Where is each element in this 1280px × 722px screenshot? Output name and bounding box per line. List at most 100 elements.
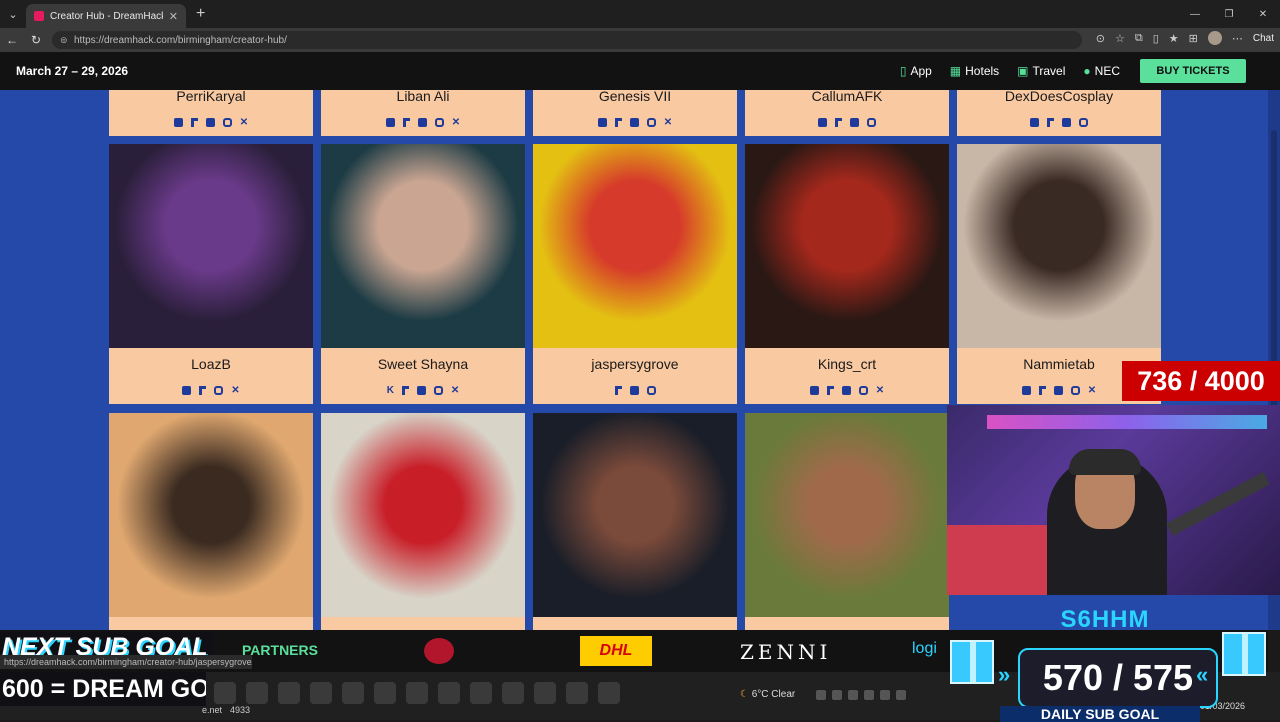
more-menu-icon[interactable]: ⋯ [1232,32,1243,45]
collections-icon[interactable]: ⊞ [1189,32,1198,45]
x-icon[interactable]: ✕ [240,118,248,128]
copilot-chat-button[interactable]: Chat [1253,33,1274,44]
favorite-star-icon[interactable]: ☆ [1115,32,1125,45]
tiktok-icon[interactable] [401,386,409,395]
creator-photo[interactable] [957,144,1161,348]
tiktok-icon[interactable] [835,118,842,127]
tray-icon-5[interactable] [880,690,890,700]
xbox-icon[interactable] [406,682,428,704]
browser-tab[interactable]: Creator Hub - DreamHack Birmingham ✕ [26,4,186,28]
tiktok-icon[interactable] [199,386,207,395]
tray-icon-4[interactable] [864,690,874,700]
capture-icon[interactable] [502,682,524,704]
creator-card[interactable] [321,413,525,630]
tiktok-icon[interactable] [826,386,834,395]
creator-card[interactable]: DexDoesCosplay [957,90,1161,136]
instagram-icon[interactable] [646,386,656,395]
creator-card[interactable]: Liban Ali ✕ [321,90,525,136]
nav-travel[interactable]: ▣ Travel [1017,64,1065,78]
window-close-icon[interactable]: ✕ [1246,0,1280,28]
whatsapp-tray-icon[interactable] [816,690,826,700]
new-tab-plus-icon[interactable]: + [196,5,205,23]
tab-close-icon[interactable]: ✕ [169,10,178,23]
edge-icon[interactable] [310,682,332,704]
creator-photo[interactable] [321,144,525,348]
creator-photo[interactable] [109,413,313,617]
creator-photo[interactable] [745,144,949,348]
logitech-logo[interactable]: logi [912,640,937,658]
redbull-logo[interactable] [424,638,454,664]
minimize-icon[interactable]: — [1178,0,1212,28]
youtube-icon[interactable] [1062,118,1071,127]
youtube-icon[interactable] [416,386,426,395]
youtube-icon[interactable] [417,118,427,127]
youtube-icon[interactable] [841,386,851,395]
instagram-icon[interactable] [867,118,876,127]
creator-photo[interactable] [533,144,737,348]
nav-nec[interactable]: ● NEC [1083,64,1120,78]
restore-icon[interactable]: ❐ [1212,0,1246,28]
tray-icon-2[interactable] [832,690,842,700]
twitch-icon[interactable] [597,118,607,127]
davinci-icon[interactable] [374,682,396,704]
creator-card[interactable] [745,413,949,630]
file-explorer-icon[interactable] [214,682,236,704]
youtube-icon[interactable] [1053,386,1063,395]
creator-card[interactable]: Sweet Shayna K ✕ [321,144,525,404]
creator-photo[interactable] [533,413,737,617]
tiktok-icon[interactable] [402,118,410,127]
tiktok-icon[interactable] [614,118,622,127]
creator-card[interactable]: Kings_crt ✕ [745,144,949,404]
instagram-icon[interactable] [434,118,444,127]
tiktok-icon[interactable] [1038,386,1046,395]
cod-icon[interactable] [566,682,588,704]
split-screen-icon[interactable]: ▯ [1153,32,1159,45]
app-icon[interactable] [438,682,460,704]
youtube-icon[interactable] [850,118,859,127]
creator-card[interactable] [109,413,313,630]
tray-icon-6[interactable] [896,690,906,700]
nav-app[interactable]: ▯ App [900,64,932,78]
profile-avatar[interactable] [1207,31,1222,45]
tiktok-icon[interactable] [1047,118,1054,127]
refresh-icon[interactable]: ↻ [24,33,48,47]
read-aloud-icon[interactable]: ⊙ [1096,32,1105,45]
x-icon[interactable]: ✕ [876,386,884,396]
creator-card[interactable]: Genesis VII ✕ [533,90,737,136]
x-icon[interactable]: ✕ [231,386,239,396]
back-arrow-icon[interactable]: ← [0,33,24,47]
twitch-icon[interactable] [818,118,827,127]
tiktok-icon[interactable] [614,386,622,395]
twitch-icon[interactable] [1021,386,1031,395]
twitch-icon[interactable] [385,118,395,127]
zenni-logo[interactable]: ZENNI [740,640,831,664]
x-icon[interactable]: ✕ [451,386,459,396]
instagram-icon[interactable] [646,118,656,127]
tiktok-icon[interactable] [190,118,198,127]
creator-photo[interactable] [745,413,949,617]
x-icon[interactable]: ✕ [1088,386,1096,396]
youtube-icon[interactable] [629,386,639,395]
instagram-icon[interactable] [214,386,224,395]
extensions-icon[interactable]: ⧉ [1135,32,1143,45]
url-bar[interactable]: ⊜ https://dreamhack.com/birmingham/creat… [52,31,1082,49]
instagram-icon[interactable] [1070,386,1080,395]
buy-tickets-button[interactable]: BUY TICKETS [1140,59,1246,83]
creator-photo[interactable] [321,413,525,617]
favorites-icon[interactable]: ★ [1169,32,1179,45]
instagram-icon[interactable] [433,386,443,395]
twitch-icon[interactable] [1030,118,1039,127]
game-icon[interactable] [598,682,620,704]
creator-card[interactable]: jaspersygrove [533,144,737,404]
instagram-icon[interactable] [858,386,868,395]
tab-actions-chevron-icon[interactable]: ⌄ [0,0,26,28]
bluetooth-icon[interactable] [470,682,492,704]
tray-icon-3[interactable] [848,690,858,700]
youtube-icon[interactable] [205,118,215,127]
creator-card[interactable]: CallumAFK [745,90,949,136]
x-icon[interactable]: ✕ [664,118,672,128]
creator-card[interactable] [533,413,737,630]
instagram-icon[interactable] [222,118,232,127]
dhl-logo[interactable]: DHL [580,636,652,666]
site-info-icon[interactable]: ⊜ [60,35,68,46]
